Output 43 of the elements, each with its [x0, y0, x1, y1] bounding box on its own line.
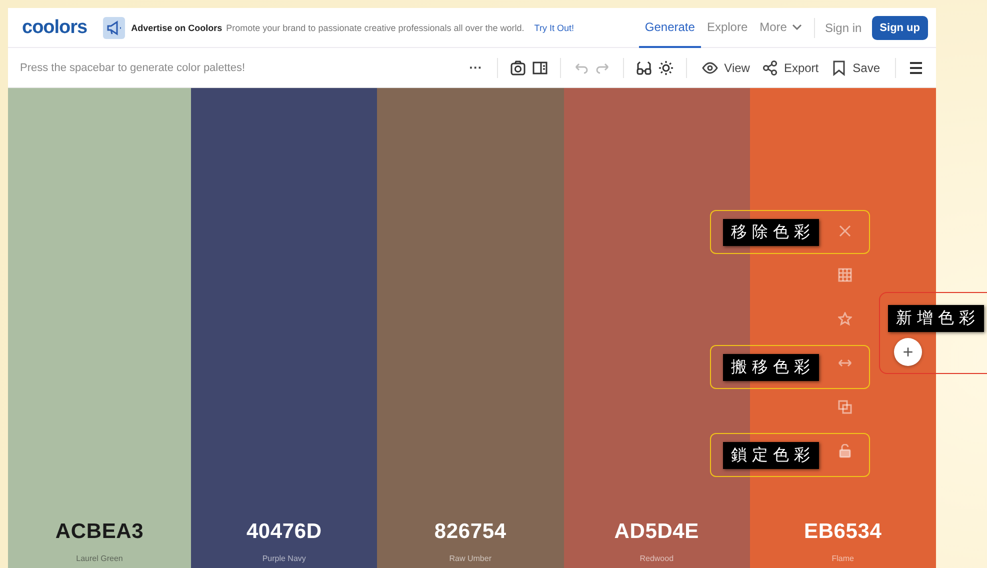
- hex-code[interactable]: 826754: [434, 520, 506, 544]
- color-column[interactable]: 40476D Purple Navy: [191, 88, 378, 568]
- hex-code[interactable]: ACBEA3: [55, 520, 144, 544]
- hex-code[interactable]: AD5D4E: [614, 520, 699, 544]
- panel-icon[interactable]: [532, 60, 548, 76]
- nav-tab[interactable]: Generate: [638, 8, 701, 48]
- camera-icon[interactable]: [510, 60, 526, 76]
- ad-title: Advertise on Coolors: [131, 22, 222, 32]
- glasses-icon[interactable]: [636, 60, 652, 76]
- share-icon[interactable]: [762, 60, 778, 76]
- callout-label: 移除色彩: [723, 218, 819, 246]
- star-icon[interactable]: [838, 312, 852, 326]
- nav-tab[interactable]: More: [754, 8, 808, 48]
- color-column[interactable]: 826754 Raw Umber: [377, 88, 564, 568]
- logo[interactable]: coolors: [22, 16, 88, 38]
- color-column[interactable]: ACBEA3 Laurel Green: [8, 88, 191, 568]
- sign-up-button[interactable]: Sign up: [872, 16, 928, 40]
- color-name: Flame: [832, 554, 854, 563]
- more-button[interactable]: ···: [466, 60, 486, 75]
- lock-icon[interactable]: [838, 444, 852, 458]
- hex-code[interactable]: 40476D: [246, 520, 322, 544]
- color-name: Purple Navy: [262, 554, 306, 563]
- bookmark-icon[interactable]: [830, 60, 847, 76]
- menu-icon[interactable]: [908, 60, 924, 76]
- color-name: Redwood: [640, 554, 674, 563]
- callout-label: 鎖定色彩: [723, 442, 819, 468]
- export-button[interactable]: Export: [758, 60, 822, 76]
- hint-text: Press the spacebar to generate color palettes!: [20, 62, 246, 74]
- eye-icon[interactable]: [702, 60, 718, 76]
- sun-icon[interactable]: [658, 60, 674, 76]
- color-name: Laurel Green: [76, 554, 123, 563]
- chevron-down-icon[interactable]: [792, 24, 802, 30]
- hex-code[interactable]: EB6534: [804, 520, 882, 544]
- sign-in-link[interactable]: Sign in: [824, 20, 862, 34]
- save-button[interactable]: Save: [828, 60, 883, 76]
- nav-tab[interactable]: Explore: [700, 8, 754, 48]
- callout-label: 新增色彩: [888, 305, 984, 332]
- view-button[interactable]: View: [699, 60, 753, 76]
- try-it-out-link[interactable]: Try It Out!: [534, 22, 574, 32]
- ad-text: Promote your brand to passionate creative professionals all over the world.: [226, 22, 524, 32]
- color-name: Raw Umber: [449, 554, 492, 563]
- megaphone-icon[interactable]: [103, 16, 126, 38]
- callout-label: 搬移色彩: [723, 354, 819, 380]
